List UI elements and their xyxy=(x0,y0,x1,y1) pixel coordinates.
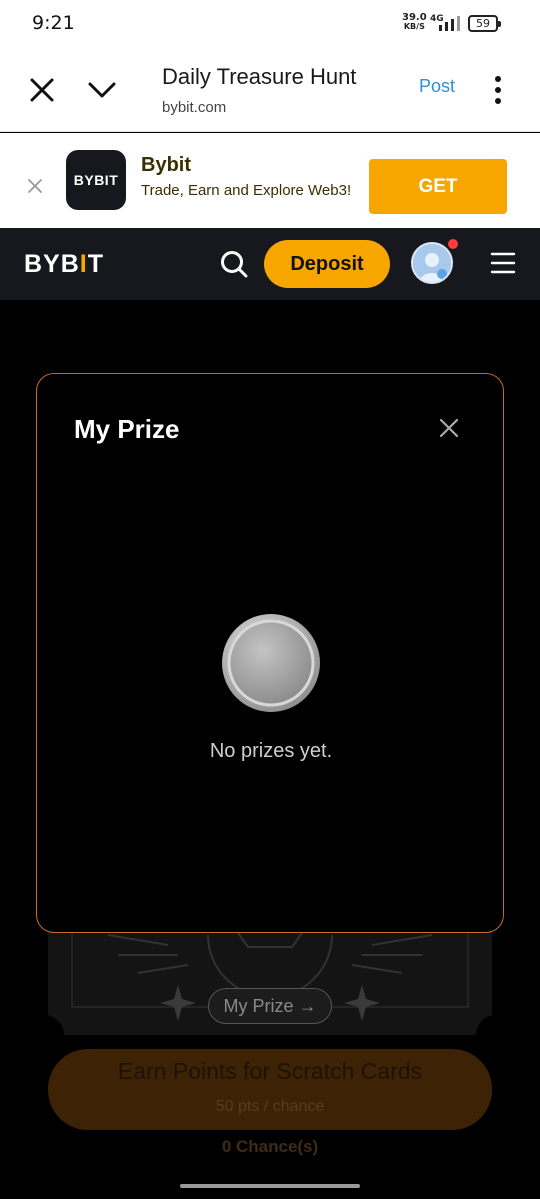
site-header: BYBIT Deposit xyxy=(0,228,540,300)
deposit-button[interactable]: Deposit xyxy=(264,240,390,288)
user-icon xyxy=(420,253,447,282)
dismiss-banner-icon[interactable] xyxy=(25,176,45,196)
close-icon[interactable] xyxy=(26,74,58,106)
app-description: Trade, Earn and Explore Web3! xyxy=(141,182,352,199)
page-domain: bybit.com xyxy=(162,99,227,116)
app-logo: BYBIT xyxy=(66,150,126,210)
status-time: 9:21 xyxy=(32,12,75,34)
notification-dot xyxy=(448,239,458,249)
card-notch-right xyxy=(476,1015,504,1055)
signal-icon xyxy=(439,16,460,31)
status-bar: 9:21 39.0 KB/S 4G 59 xyxy=(0,0,540,48)
network-speed: 39.0 KB/S xyxy=(402,12,427,32)
coin-icon xyxy=(222,614,320,712)
app-name: Bybit xyxy=(141,154,191,176)
battery-icon: 59 xyxy=(468,15,501,32)
modal-title: My Prize xyxy=(74,414,180,444)
close-icon[interactable] xyxy=(437,416,461,440)
home-indicator[interactable] xyxy=(180,1184,360,1188)
more-options-icon[interactable] xyxy=(490,74,506,106)
hamburger-menu-icon[interactable] xyxy=(490,250,516,276)
bybit-logo[interactable]: BYBIT xyxy=(24,250,104,279)
empty-state-message: No prizes yet. xyxy=(209,740,333,762)
earn-points-title: Earn Points for Scratch Cards xyxy=(117,1058,423,1084)
browser-toolbar: Daily Treasure Hunt bybit.com Post xyxy=(0,48,540,132)
avatar[interactable] xyxy=(411,242,453,284)
app-promo-banner: BYBIT Bybit Trade, Earn and Explore Web3… xyxy=(0,133,540,228)
chances-count: 0 Chance(s) xyxy=(221,1137,319,1156)
my-prize-button: My Prize → xyxy=(208,988,332,1024)
get-app-button[interactable]: GET xyxy=(369,159,507,214)
earn-points-subtitle: 50 pts / chance xyxy=(215,1098,325,1115)
search-icon[interactable] xyxy=(218,248,250,280)
page-title: Daily Treasure Hunt xyxy=(162,64,357,89)
my-prize-modal: My Prize No prizes yet. xyxy=(36,373,504,933)
post-link[interactable]: Post xyxy=(419,76,455,97)
chevron-down-icon[interactable] xyxy=(86,74,118,106)
